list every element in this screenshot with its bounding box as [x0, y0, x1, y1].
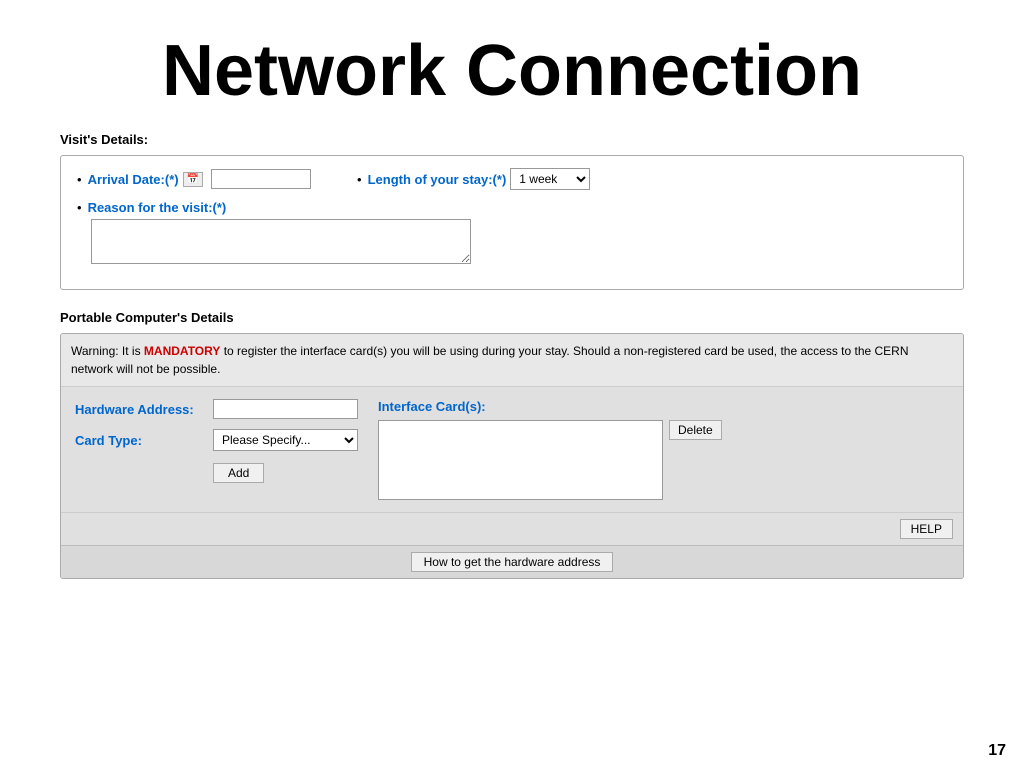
interface-cards-label: Interface Card(s):	[378, 399, 722, 414]
interface-cards-textarea[interactable]	[378, 420, 663, 500]
bottom-bar: How to get the hardware address	[61, 545, 963, 578]
help-row: HELP	[61, 512, 963, 545]
hw-link-button[interactable]: How to get the hardware address	[411, 552, 614, 572]
length-of-stay-label: Length of your stay:(*)	[368, 172, 507, 187]
arrival-date-label: Arrival Date:(*)	[88, 172, 179, 187]
delete-button[interactable]: Delete	[669, 420, 722, 440]
reason-label: Reason for the visit:(*)	[88, 200, 227, 215]
length-of-stay-select[interactable]: 1 week 2 weeks 1 month 3 months 6 months…	[510, 168, 590, 190]
visits-details-box: • Arrival Date:(*) 📅 • Length of your st…	[60, 155, 964, 290]
mandatory-word: MANDATORY	[144, 344, 220, 358]
warning-prefix: Warning: It is	[71, 344, 144, 358]
portable-section-label: Portable Computer's Details	[60, 310, 964, 325]
hardware-address-row: Hardware Address:	[75, 399, 358, 419]
add-button[interactable]: Add	[213, 463, 264, 483]
warning-bar: Warning: It is MANDATORY to register the…	[61, 334, 963, 387]
portable-details-box: Warning: It is MANDATORY to register the…	[60, 333, 964, 579]
calendar-icon-button[interactable]: 📅	[183, 172, 203, 187]
card-type-label: Card Type:	[75, 433, 205, 448]
card-type-row: Card Type: Please Specify... Ethernet Wi…	[75, 429, 358, 451]
visits-details-label: Visit's Details:	[60, 132, 964, 147]
page-title: Network Connection	[0, 0, 1024, 132]
arrival-date-input[interactable]	[211, 169, 311, 189]
portable-form-area: Hardware Address: Card Type: Please Spec…	[61, 387, 963, 512]
right-interface: Interface Card(s): Delete	[378, 399, 722, 500]
page-number: 17	[988, 742, 1006, 760]
hardware-address-input[interactable]	[213, 399, 358, 419]
left-form: Hardware Address: Card Type: Please Spec…	[75, 399, 358, 500]
add-button-row: Add	[75, 461, 358, 483]
reason-textarea[interactable]	[91, 219, 471, 264]
interface-cards-row: Delete	[378, 420, 722, 500]
help-button[interactable]: HELP	[900, 519, 953, 539]
hardware-address-label: Hardware Address:	[75, 402, 205, 417]
card-type-select[interactable]: Please Specify... Ethernet Wireless	[213, 429, 358, 451]
